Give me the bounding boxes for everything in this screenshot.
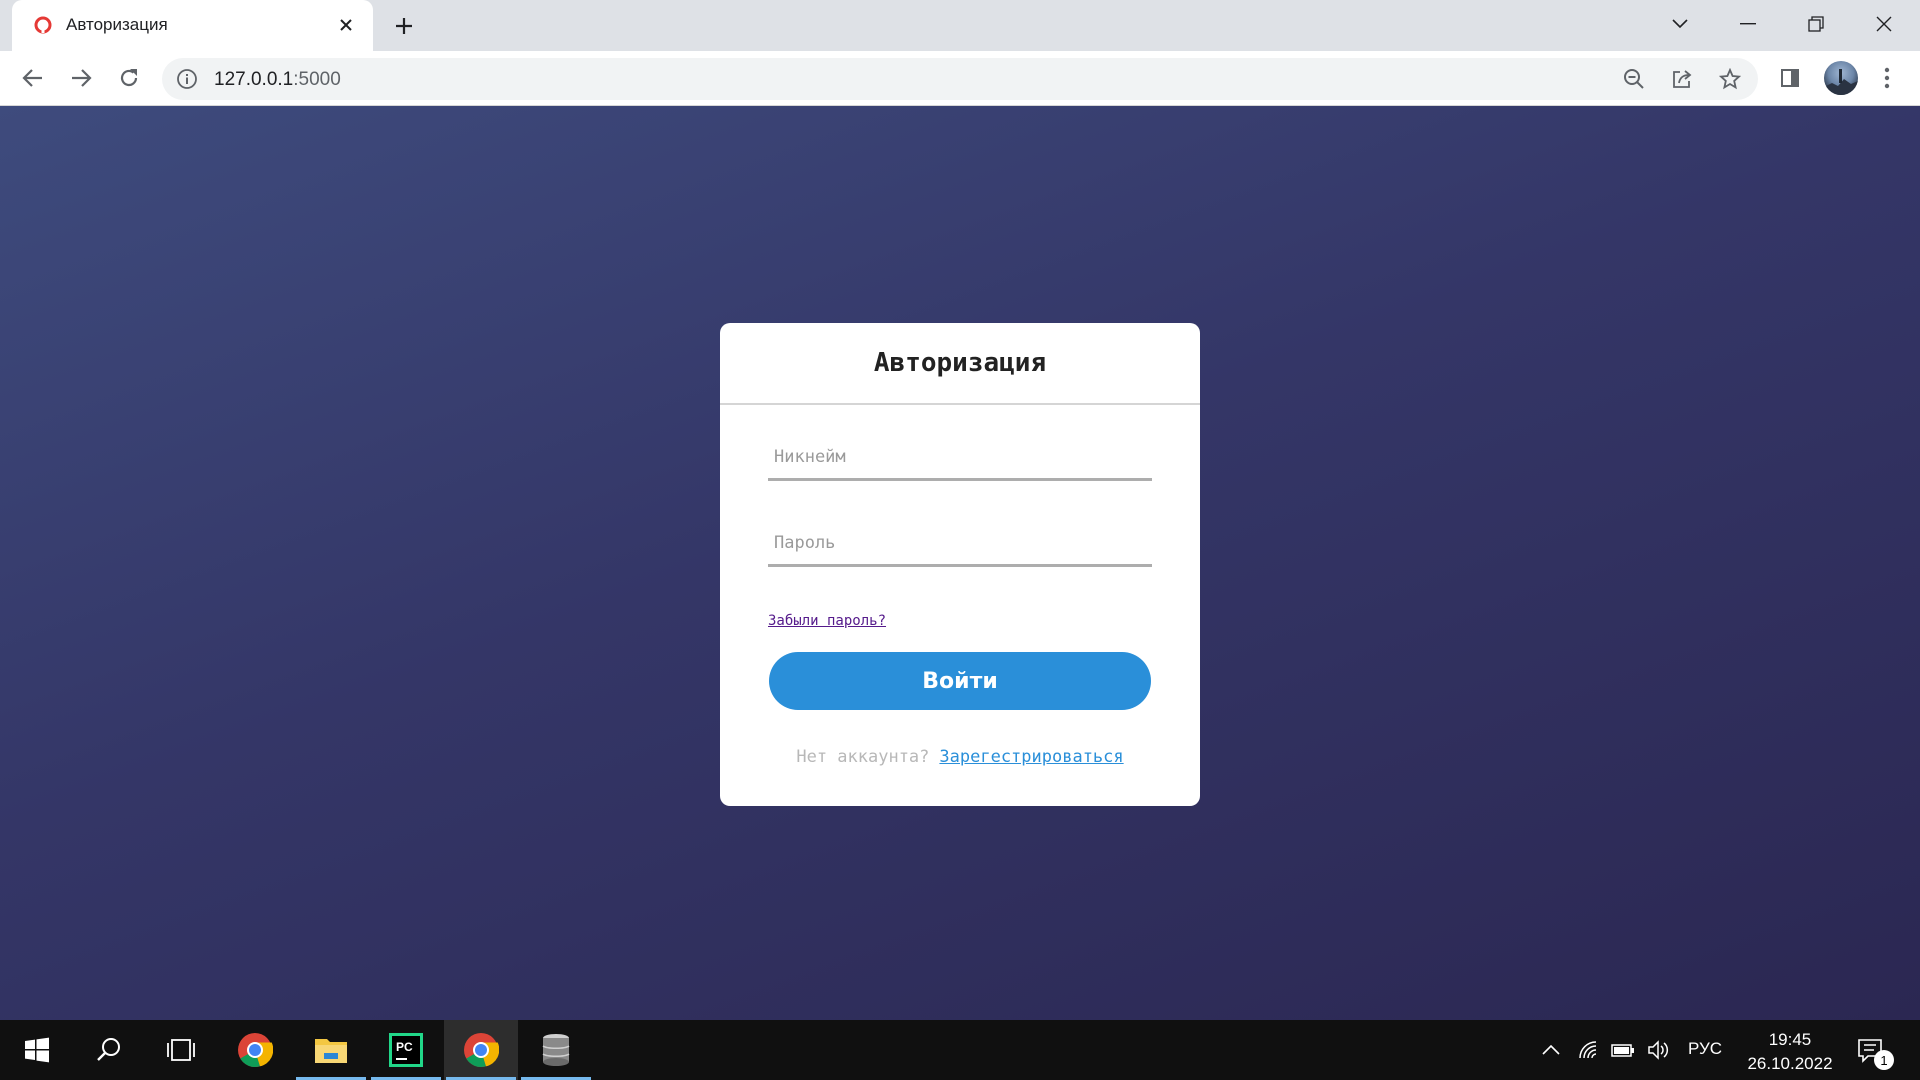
login-button[interactable]: Войти bbox=[769, 652, 1151, 710]
windows-taskbar: PC РУС 19:45 26.10.2022 1 bbox=[0, 1020, 1920, 1080]
login-title: Авторизация bbox=[720, 323, 1200, 405]
site-favicon-icon bbox=[34, 16, 52, 34]
clock-time: 19:45 bbox=[1768, 1030, 1812, 1049]
database-icon[interactable] bbox=[519, 1020, 593, 1080]
minimize-window-icon[interactable] bbox=[1728, 8, 1768, 40]
tab-search-chevron-down-icon[interactable] bbox=[1660, 8, 1700, 40]
wifi-icon[interactable] bbox=[1576, 1038, 1602, 1062]
clock-date: 26.10.2022 bbox=[1747, 1054, 1833, 1073]
battery-icon[interactable] bbox=[1610, 1038, 1636, 1062]
notification-count-badge: 1 bbox=[1874, 1050, 1894, 1070]
side-panel-icon[interactable] bbox=[1773, 61, 1807, 95]
login-card: Авторизация Забыли пароль? Войти Нет акк… bbox=[720, 323, 1200, 806]
restore-window-icon[interactable] bbox=[1796, 8, 1836, 40]
chrome-taskbar-icon[interactable] bbox=[218, 1020, 292, 1080]
tab-title: Авторизация bbox=[66, 15, 168, 34]
register-link[interactable]: Зарегестрироваться bbox=[939, 747, 1123, 767]
input-language[interactable]: РУС bbox=[1688, 1039, 1722, 1059]
chrome-active-taskbar-icon[interactable] bbox=[444, 1020, 518, 1080]
browser-tabbar: Авторизация bbox=[0, 0, 1920, 51]
back-arrow-icon[interactable] bbox=[16, 61, 50, 95]
search-icon[interactable] bbox=[72, 1020, 146, 1080]
task-view-icon[interactable] bbox=[144, 1020, 218, 1080]
password-input[interactable] bbox=[768, 515, 1152, 564]
zoom-out-icon[interactable] bbox=[1622, 67, 1646, 91]
browser-toolbar: 127.0.0.1:5000 bbox=[0, 51, 1920, 106]
close-tab-icon[interactable] bbox=[334, 13, 358, 37]
url-host: 127.0.0.1 bbox=[214, 69, 294, 90]
site-info-icon[interactable] bbox=[176, 68, 198, 90]
url-port: :5000 bbox=[293, 69, 341, 90]
volume-icon[interactable] bbox=[1646, 1038, 1672, 1062]
forgot-password-link[interactable]: Забыли пароль? bbox=[768, 613, 886, 629]
browser-tab-active[interactable]: Авторизация bbox=[12, 0, 373, 51]
svg-text:PC: PC bbox=[396, 1040, 413, 1054]
browser-menu-icon[interactable] bbox=[1870, 61, 1904, 95]
no-account-text: Нет аккаунта? bbox=[796, 747, 930, 767]
new-tab-icon[interactable] bbox=[390, 12, 418, 40]
nickname-input[interactable] bbox=[768, 429, 1152, 478]
share-icon[interactable] bbox=[1670, 67, 1694, 91]
bookmark-star-icon[interactable] bbox=[1718, 67, 1742, 91]
password-field bbox=[768, 515, 1152, 567]
pycharm-icon[interactable]: PC bbox=[369, 1020, 443, 1080]
profile-avatar[interactable] bbox=[1824, 61, 1858, 95]
reload-icon[interactable] bbox=[112, 61, 146, 95]
windows-start-icon[interactable] bbox=[0, 1020, 74, 1080]
file-explorer-icon[interactable] bbox=[294, 1020, 368, 1080]
address-bar[interactable]: 127.0.0.1:5000 bbox=[162, 58, 1758, 100]
forward-arrow-icon[interactable] bbox=[64, 61, 98, 95]
page-viewport: Авторизация Забыли пароль? Войти Нет акк… bbox=[0, 106, 1920, 1020]
url-text: 127.0.0.1:5000 bbox=[214, 69, 341, 91]
chevron-up-icon[interactable] bbox=[1538, 1038, 1564, 1062]
close-window-icon[interactable] bbox=[1864, 8, 1904, 40]
nickname-field bbox=[768, 429, 1152, 481]
system-clock[interactable]: 19:45 26.10.2022 bbox=[1734, 1028, 1846, 1076]
signup-row: Нет аккаунта? Зарегестрироваться bbox=[720, 747, 1200, 767]
